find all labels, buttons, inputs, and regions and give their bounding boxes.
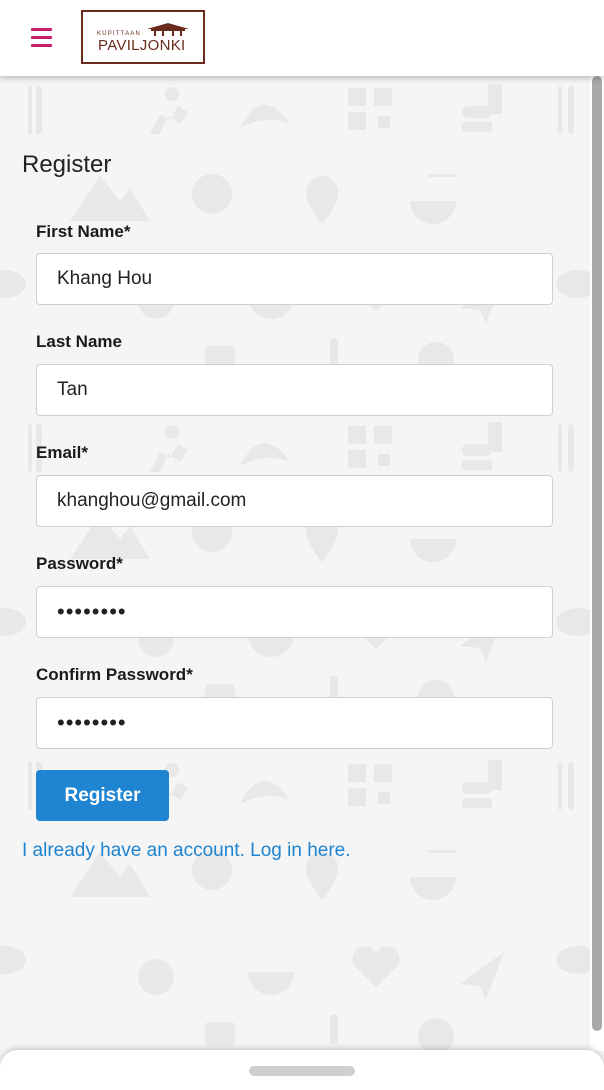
pavilion-roof-icon (147, 23, 189, 36)
login-link[interactable]: I already have an account. Log in here. (22, 840, 351, 862)
last-name-input[interactable] (36, 364, 553, 416)
brand-logo[interactable]: KUPITTAAN PAVILJONKI (81, 10, 205, 64)
password-label: Password* (36, 554, 123, 573)
logo-title: PAVILJONKI (98, 37, 186, 54)
app-header: KUPITTAAN PAVILJONKI (0, 0, 604, 76)
last-name-label: Last Name (36, 332, 122, 351)
first-name-input[interactable] (36, 253, 553, 305)
bottom-navigation-bar (0, 1050, 604, 1090)
email-label: Email* (36, 443, 88, 462)
email-input[interactable] (36, 475, 553, 527)
confirm-password-input[interactable] (36, 697, 553, 749)
scrollbar-thumb[interactable] (592, 76, 602, 1031)
home-indicator[interactable] (249, 1066, 355, 1076)
register-button[interactable]: Register (36, 770, 169, 821)
first-name-label: First Name* (36, 222, 131, 241)
page-title: Register (22, 151, 112, 178)
hamburger-menu-icon[interactable] (31, 28, 52, 47)
confirm-password-label: Confirm Password* (36, 665, 193, 684)
password-input[interactable] (36, 586, 553, 638)
